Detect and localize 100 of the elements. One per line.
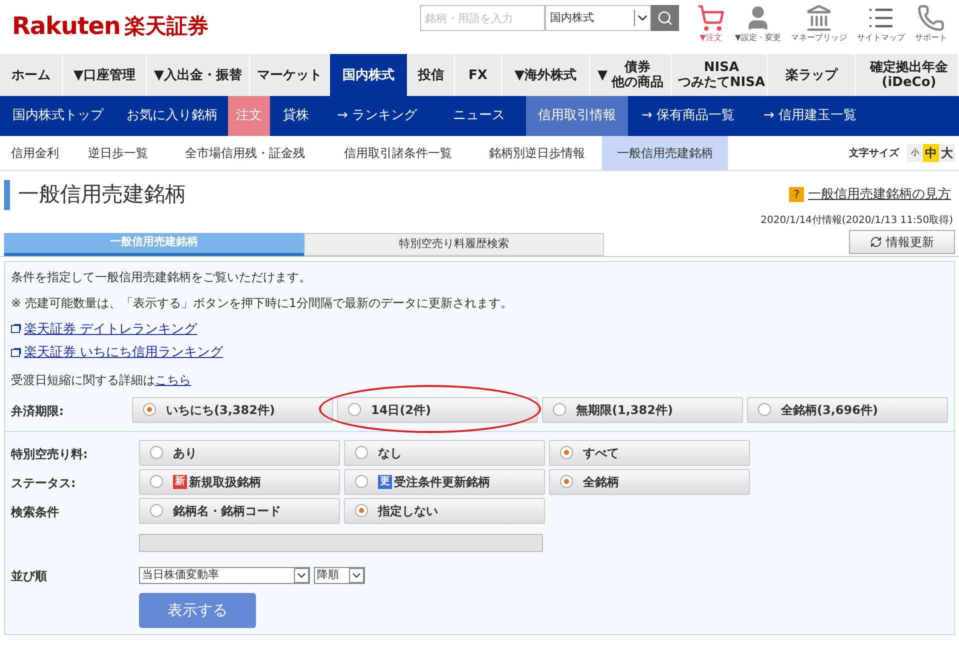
search-icon (656, 10, 673, 26)
radio-button[interactable] (143, 403, 156, 416)
subnav-link[interactable]: 貸株 (270, 96, 322, 136)
filter-option[interactable]: あり (139, 440, 340, 466)
market-dropdown[interactable]: 国内株式 (544, 5, 651, 31)
search-button[interactable] (650, 5, 679, 31)
radio-button[interactable] (150, 475, 163, 488)
subnav-link[interactable]: → 保有商品一覧 (628, 96, 748, 136)
filter-option[interactable]: 全銘柄(3,696件) (747, 396, 948, 422)
search-field[interactable]: 銘柄・用語を入力 (420, 5, 545, 31)
option-label: なし (378, 444, 402, 462)
refresh-icon (870, 236, 882, 248)
nav-tab[interactable]: ▼海外株式 (502, 54, 590, 96)
option-label: 銘柄名・銘柄コード (173, 502, 281, 520)
subnav-link[interactable]: 信用取引諸条件一覧 (324, 136, 472, 170)
font-size-button[interactable]: 小 (907, 144, 923, 162)
subnav-link[interactable]: 信用取引情報 (526, 96, 628, 136)
title-accent-bar (4, 180, 10, 210)
radio-button[interactable] (150, 446, 163, 459)
subnav-link[interactable]: 銘柄別逆日歩情報 (472, 136, 602, 170)
sort-order-dropdown[interactable]: 降順 (314, 567, 365, 584)
nav-tab[interactable]: マーケット (250, 54, 330, 96)
filter-option[interactable]: 全銘柄 (549, 468, 750, 494)
logo-name: 楽天証券 (124, 12, 208, 40)
filter-label: 検索条件 (11, 504, 60, 520)
option-label: あり (173, 444, 197, 462)
status-badge: 新 (173, 474, 187, 488)
nav-tab[interactable]: ▼入出金・振替 (147, 54, 250, 96)
nav-tab[interactable]: ホーム (0, 54, 63, 96)
radio-button[interactable] (560, 446, 573, 459)
subnav-link[interactable]: 国内株式トップ (0, 96, 116, 136)
chevron-icon (349, 568, 364, 583)
filter-label: ステータス: (11, 474, 77, 492)
nav-tab[interactable]: 確定拠出年金 (iDeCo) (856, 54, 959, 96)
subnav-link[interactable]: 一般信用売建銘柄 (602, 136, 728, 170)
font-size-label: 文字サイズ (849, 146, 899, 160)
radio-button[interactable] (355, 475, 368, 488)
header-link[interactable]: ▼注文 (696, 0, 725, 44)
subnav-link[interactable]: ニュース (432, 96, 526, 136)
radio-button[interactable] (553, 403, 566, 416)
filter-option[interactable]: いちにち(3,382件) (132, 396, 333, 422)
updated-text: 2020/1/14付情報(2020/1/13 11:50取得) (760, 214, 954, 228)
filter-option[interactable]: なし (344, 440, 545, 466)
option-label: すべて (583, 444, 619, 462)
sort-label: 並び順 (11, 568, 48, 584)
header-link[interactable]: ▼設定・変更 (734, 0, 781, 44)
help-link[interactable]: 一般信用売建銘柄の見方 (808, 185, 951, 204)
filter-label: 弁済期限: (11, 402, 65, 420)
detail-link[interactable]: こちら (155, 372, 191, 386)
radio-button[interactable] (348, 403, 361, 416)
filter-option[interactable]: 指定しない (344, 498, 545, 524)
subnav-link[interactable]: 全市場信用残・証金残 (166, 136, 324, 170)
option-label: 全銘柄 (583, 474, 619, 490)
refresh-button[interactable]: 情報更新 (849, 230, 955, 254)
logo[interactable]: Rakuten (12, 8, 120, 44)
filter-option[interactable]: 14日(2件) (337, 396, 538, 422)
filter-option[interactable]: すべて (549, 440, 750, 466)
nav-tab[interactable]: NISA つみたてNISA (672, 54, 768, 96)
nav-tab[interactable]: 国内株式 (330, 54, 408, 96)
help-icon: ? (789, 187, 804, 202)
radio-button[interactable] (355, 504, 368, 517)
subnav-link[interactable]: → 信用建玉一覧 (748, 96, 872, 136)
option-label: いちにち(3,382件) (166, 402, 275, 418)
tab[interactable]: 特別空売り料履歴検索 (304, 232, 604, 256)
nav-tab[interactable]: FX (455, 54, 502, 96)
subnav-link[interactable]: → ランキング (322, 96, 432, 136)
radio-button[interactable] (758, 403, 771, 416)
chevron-icon (634, 10, 650, 26)
option-label: 新規取扱銘柄 (189, 474, 261, 490)
nav-tab[interactable]: 楽ラップ (768, 54, 856, 96)
option-label: 全銘柄(3,696件) (781, 402, 878, 418)
window-icon (11, 348, 20, 357)
intro-text: 条件を指定して一般信用売建銘柄をご覧いただけます。 (11, 268, 312, 286)
intro-text: ※ 売建可能数量は、「表示する」ボタンを押下時に1分間隔で最新のデータに更新されます。 (11, 294, 514, 312)
bank-icon (805, 4, 833, 32)
filter-option[interactable]: 無期限(1,382件) (542, 396, 743, 422)
phone-icon (917, 4, 945, 32)
sort-field-dropdown[interactable]: 当日株価変動率 (139, 567, 310, 584)
radio-button[interactable] (560, 475, 573, 488)
filter-option[interactable]: 更 受注条件更新銘柄 (344, 468, 545, 494)
subnav-link[interactable]: 逆日歩一覧 (70, 136, 166, 170)
font-size-button[interactable]: 中 (923, 144, 939, 162)
nav-tab[interactable]: 投信 (408, 54, 455, 96)
header-link[interactable]: マネーブリッジ (791, 0, 847, 44)
header-link[interactable]: サイトマップ (857, 0, 905, 44)
status-badge: 更 (378, 474, 392, 488)
ranking-link[interactable]: 楽天証券 いちにち信用ランキング (24, 343, 224, 362)
font-size-button[interactable]: 大 (939, 144, 955, 162)
nav-tab[interactable]: ▼口座管理 (63, 54, 147, 96)
header-link[interactable]: サポート (915, 0, 947, 44)
filter-label: 特別空売り料: (11, 446, 89, 462)
subnav-link[interactable]: 信用金利 (0, 136, 70, 170)
ranking-link[interactable]: 楽天証券 デイトレランキング (24, 320, 198, 339)
detail-note: 受渡日短縮に関する詳細は こちら (11, 372, 192, 388)
radio-button[interactable] (355, 446, 368, 459)
filter-option[interactable]: 新 新規取扱銘柄 (139, 468, 340, 494)
option-label: 指定しない (378, 502, 438, 520)
radio-button[interactable] (150, 504, 163, 517)
filter-option[interactable]: 銘柄名・銘柄コード (139, 498, 340, 524)
subnav-link[interactable]: お気に入り銘柄 (116, 96, 228, 136)
